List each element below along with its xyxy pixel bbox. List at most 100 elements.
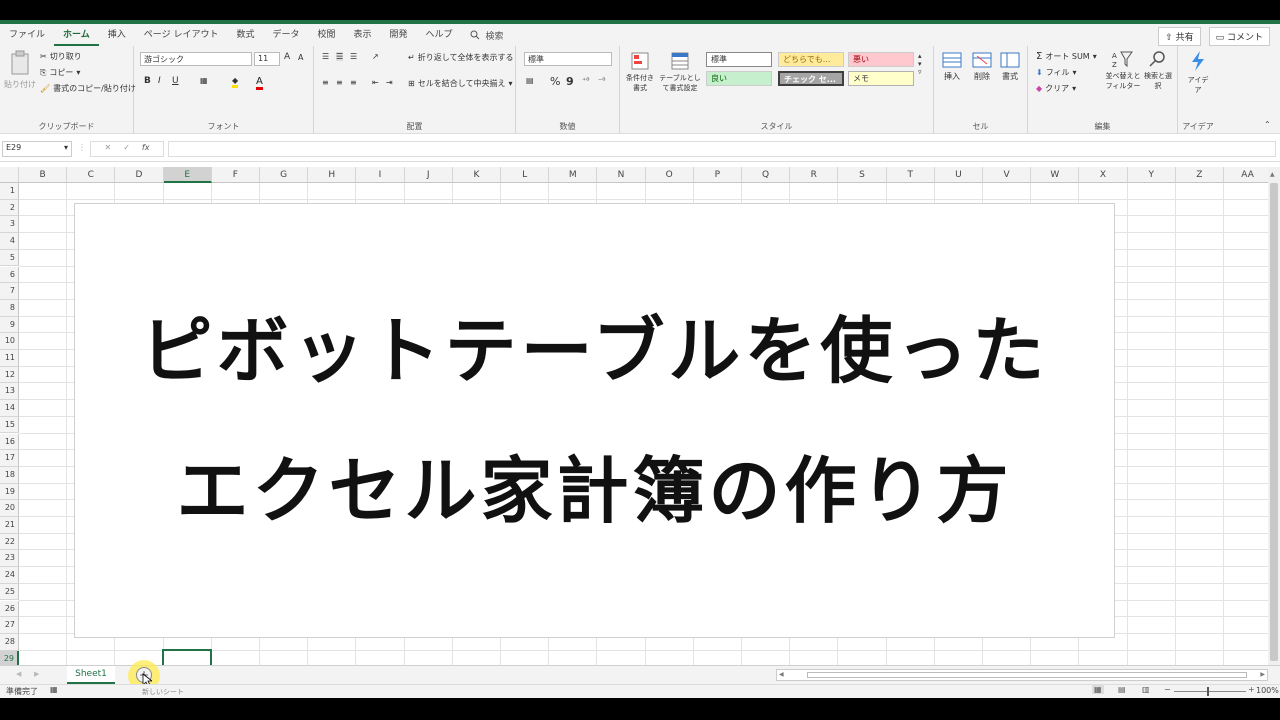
column-header-aa[interactable]: AA	[1224, 167, 1273, 183]
row-header-28[interactable]: 28	[0, 633, 19, 651]
page-layout-view-icon[interactable]: ▤	[1118, 685, 1126, 694]
sort-filter-button[interactable]: AZ 並べ替えとフィルター	[1104, 50, 1142, 91]
column-header-t[interactable]: T	[886, 167, 935, 183]
wrap-text-button[interactable]: ↵ 折り返して全体を表示する	[408, 52, 513, 63]
column-header-r[interactable]: R	[790, 167, 839, 183]
tab-file[interactable]: ファイル	[0, 24, 54, 46]
row-header-13[interactable]: 13	[0, 383, 19, 401]
row-header-15[interactable]: 15	[0, 416, 19, 434]
column-header-g[interactable]: G	[260, 167, 309, 183]
select-all-corner[interactable]	[0, 167, 19, 183]
row-header-21[interactable]: 21	[0, 517, 19, 534]
macro-record-icon[interactable]: ▦	[50, 685, 58, 694]
column-header-p[interactable]: P	[693, 167, 742, 183]
tab-review[interactable]: 校閲	[308, 24, 344, 46]
column-header-j[interactable]: J	[404, 167, 453, 183]
row-header-6[interactable]: 6	[0, 266, 19, 284]
column-header-d[interactable]: D	[115, 167, 164, 183]
vertical-scrollbar[interactable]: ▲ ▼	[1268, 167, 1280, 685]
column-header-w[interactable]: W	[1031, 167, 1080, 183]
format-as-table-button[interactable]: テーブルとして書式設定	[658, 52, 702, 93]
row-header-7[interactable]: 7	[0, 283, 19, 300]
row-header-8[interactable]: 8	[0, 299, 19, 317]
collapse-ribbon-button[interactable]: ⌃	[1264, 120, 1271, 129]
underline-button[interactable]: U	[172, 76, 179, 86]
column-header-n[interactable]: N	[597, 167, 646, 183]
scroll-right-icon[interactable]: ▶	[1260, 671, 1265, 678]
zoom-slider[interactable]	[1174, 687, 1246, 696]
column-header-z[interactable]: Z	[1175, 167, 1224, 183]
zoom-level[interactable]: 100%	[1256, 686, 1279, 695]
cancel-icon[interactable]: ✕	[105, 143, 112, 155]
merge-center-button[interactable]: ⊞ セルを結合して中央揃え ▾	[408, 78, 512, 89]
format-cells-button[interactable]: 書式	[1000, 52, 1020, 82]
column-header-q[interactable]: Q	[742, 167, 791, 183]
column-header-m[interactable]: M	[549, 167, 598, 183]
column-header-k[interactable]: K	[452, 167, 501, 183]
orientation-button[interactable]: ↗	[372, 52, 379, 61]
column-header-u[interactable]: U	[934, 167, 983, 183]
font-color-button[interactable]: A	[256, 76, 263, 90]
sheet-tab-sheet1[interactable]: Sheet1	[67, 666, 115, 684]
row-header-24[interactable]: 24	[0, 567, 19, 584]
column-header-v[interactable]: V	[983, 167, 1032, 183]
normal-view-icon[interactable]: ▦	[1092, 685, 1104, 694]
name-box[interactable]: E29 ▾	[2, 141, 72, 157]
percent-button[interactable]: %	[550, 75, 560, 88]
bold-button[interactable]: B	[144, 76, 151, 86]
grow-font-button[interactable]: A	[284, 52, 290, 62]
zoom-in-icon[interactable]: +	[1248, 685, 1255, 694]
comma-button[interactable]: 9	[566, 75, 574, 88]
function-icon[interactable]: fx	[142, 143, 150, 155]
page-break-view-icon[interactable]: ▥	[1142, 685, 1150, 694]
decrease-decimal-button[interactable]: ⁻⁰	[598, 76, 605, 85]
horizontal-scroll-thumb[interactable]	[807, 672, 1247, 678]
shrink-font-button[interactable]: A	[298, 53, 303, 62]
column-header-i[interactable]: I	[356, 167, 405, 183]
style-check-cell[interactable]: チェック セ...	[778, 71, 844, 86]
column-header-f[interactable]: F	[211, 167, 260, 183]
delete-cells-button[interactable]: 削除	[972, 52, 992, 82]
vertical-scroll-thumb[interactable]	[1270, 183, 1278, 661]
tab-view[interactable]: 表示	[345, 24, 381, 46]
row-header-12[interactable]: 12	[0, 366, 19, 384]
column-header-o[interactable]: O	[645, 167, 694, 183]
format-painter-button[interactable]: 🖌 書式のコピー/貼り付け	[40, 83, 136, 94]
currency-button[interactable]: ▤	[526, 76, 534, 85]
insert-cells-button[interactable]: 挿入	[942, 52, 962, 82]
column-header-b[interactable]: B	[19, 167, 68, 183]
ideas-button[interactable]: アイデア	[1186, 50, 1210, 95]
row-header-4[interactable]: 4	[0, 233, 19, 250]
column-header-h[interactable]: H	[308, 167, 357, 183]
row-header-11[interactable]: 11	[0, 350, 19, 367]
tab-insert[interactable]: 挿入	[99, 24, 135, 46]
conditional-formatting-button[interactable]: 条件付き書式	[624, 52, 656, 93]
column-header-s[interactable]: S	[838, 167, 887, 183]
row-header-18[interactable]: 18	[0, 466, 19, 484]
italic-button[interactable]: I	[158, 76, 161, 86]
search-box[interactable]: 検索	[470, 29, 504, 42]
styles-scroll[interactable]: ▴ ▾ ▿	[918, 52, 922, 76]
style-bad[interactable]: 悪い	[848, 52, 914, 67]
row-header-10[interactable]: 10	[0, 333, 19, 350]
worksheet-grid[interactable]: B C D E F G H I J K L M N O P Q R S T U V W X Y Z AA 1 2 3 4 5 6 7 8 9 10 1…	[0, 167, 1273, 685]
copy-button[interactable]: ⎘ コピー ▾	[40, 67, 80, 78]
row-header-3[interactable]: 3	[0, 216, 19, 234]
font-size-select[interactable]: 11	[254, 52, 280, 66]
style-good[interactable]: 良い	[706, 71, 772, 86]
row-header-17[interactable]: 17	[0, 450, 19, 467]
autosum-button[interactable]: Σ オート SUM ▾	[1036, 51, 1097, 62]
top-align-button[interactable]: ☰	[322, 52, 329, 61]
fill-button[interactable]: ⬇ フィル ▾	[1036, 67, 1077, 78]
prev-sheet-icon[interactable]: ◀	[16, 670, 21, 678]
zoom-slider-thumb[interactable]	[1207, 687, 1209, 696]
column-header-l[interactable]: L	[501, 167, 550, 183]
tab-home[interactable]: ホーム	[54, 24, 99, 46]
formula-input[interactable]	[168, 141, 1276, 157]
column-header-e[interactable]: E	[163, 167, 212, 183]
row-header-1[interactable]: 1	[0, 183, 19, 200]
border-button[interactable]: ▦	[200, 76, 208, 85]
check-icon[interactable]: ✓	[123, 143, 130, 155]
tab-help[interactable]: ヘルプ	[417, 24, 462, 46]
row-header-22[interactable]: 22	[0, 533, 19, 551]
